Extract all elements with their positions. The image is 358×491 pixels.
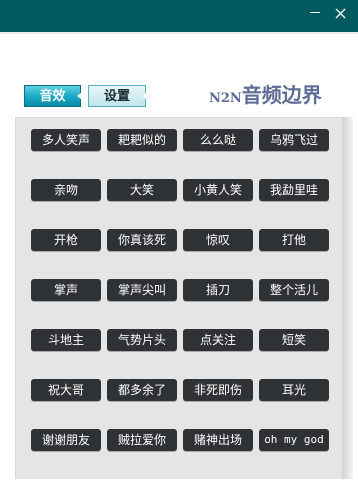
minimize-button[interactable]	[303, 0, 327, 28]
sound-button[interactable]: 乌鸦飞过	[259, 129, 329, 151]
sound-button[interactable]: 亲吻	[31, 179, 101, 201]
sound-button[interactable]: 赌神出场	[183, 429, 253, 451]
sound-button[interactable]: 祝大哥	[31, 379, 101, 401]
sound-button[interactable]: 小黄人笑	[183, 179, 253, 201]
sound-button[interactable]: 非死即伤	[183, 379, 253, 401]
title-bar	[0, 0, 358, 32]
sound-button[interactable]: 大笑	[107, 179, 177, 201]
sound-button[interactable]: 都多余了	[107, 379, 177, 401]
sound-button[interactable]: 耙耙似的	[107, 129, 177, 151]
close-icon	[335, 4, 346, 23]
sound-button[interactable]: 掌声	[31, 279, 101, 301]
brand-logo: N2N音频边界	[209, 79, 339, 107]
sound-button[interactable]: 你真该死	[107, 229, 177, 251]
sound-button[interactable]: 贼拉爱你	[107, 429, 177, 451]
sound-button[interactable]: 么么哒	[183, 129, 253, 151]
tab-settings[interactable]: 设置	[88, 85, 146, 107]
sound-button[interactable]: 整个活儿	[259, 279, 329, 301]
close-button[interactable]	[328, 0, 352, 28]
brand-name: 音频边界	[241, 83, 322, 107]
brand-latin: N2N	[209, 91, 242, 106]
sound-button[interactable]: 掌声尖叫	[107, 279, 177, 301]
panel-edge	[342, 117, 353, 479]
sound-button[interactable]: 惊叹	[183, 229, 253, 251]
sound-button[interactable]: 耳光	[259, 379, 329, 401]
sound-button[interactable]: 打他	[259, 229, 329, 251]
sound-button[interactable]: 多人笑声	[31, 129, 101, 151]
sound-button[interactable]: 斗地主	[31, 329, 101, 351]
sound-button[interactable]: 短笑	[259, 329, 329, 351]
title-bar-divider	[0, 32, 358, 34]
sound-button[interactable]: 气势片头	[107, 329, 177, 351]
sound-button[interactable]: oh my god	[259, 429, 329, 451]
tab-effects[interactable]: 音效	[24, 85, 81, 107]
app-window: 音效 设置 N2N音频边界 多人笑声 耙耙似的 么么哒 乌鸦飞过 亲吻 大笑 小…	[0, 0, 358, 491]
sound-button[interactable]: 开枪	[31, 229, 101, 251]
minimize-icon	[310, 11, 320, 14]
sound-button[interactable]: 点关注	[183, 329, 253, 351]
sound-button[interactable]: 谢谢朋友	[31, 429, 101, 451]
sound-button[interactable]: 插刀	[183, 279, 253, 301]
sound-button[interactable]: 我勐里哇	[259, 179, 329, 201]
